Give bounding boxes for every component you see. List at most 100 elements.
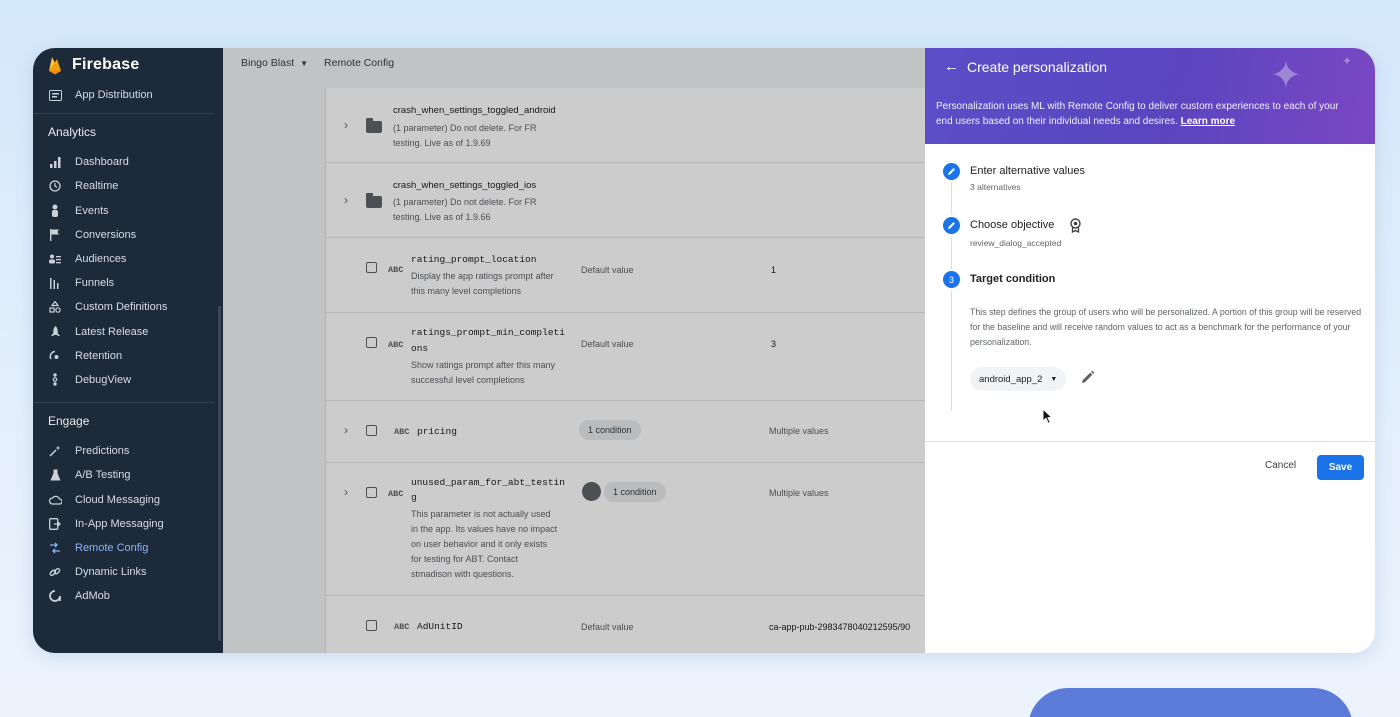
table-row[interactable]: ABC rating_prompt_location Display the a… (326, 238, 926, 313)
save-button[interactable]: Save (1317, 455, 1364, 480)
sidebar-item-dashboard[interactable]: Dashboard (33, 150, 223, 174)
row-checkbox[interactable] (366, 487, 377, 498)
award-icon (1069, 218, 1082, 238)
sidebar-item-retention[interactable]: Retention (33, 344, 223, 368)
sidebar-item-predictions[interactable]: Predictions (33, 439, 223, 463)
row-checkbox[interactable] (366, 337, 377, 348)
custom-definitions-icon (48, 300, 62, 314)
param-name: g (411, 492, 417, 503)
step-title: Choose objective (970, 219, 1055, 231)
panel-title: Create personalization (967, 59, 1108, 75)
sidebar-item-label: Dynamic Links (75, 566, 147, 579)
sidebar-item-latest-release[interactable]: Latest Release (33, 320, 223, 344)
string-type-badge: ABC (388, 340, 404, 350)
table-row[interactable]: › crash_when_settings_toggled_ios (1 par… (326, 163, 926, 238)
sidebar-scrollbar[interactable] (218, 306, 221, 641)
back-arrow-icon[interactable]: ← (944, 58, 959, 75)
rocket-icon (48, 325, 62, 339)
link-icon (48, 565, 62, 579)
sidebar-item-dynamic-links[interactable]: Dynamic Links (33, 560, 223, 584)
sidebar-item-label: Events (75, 204, 109, 217)
sidebar-item-label: Remote Config (75, 541, 149, 554)
row-checkbox[interactable] (366, 425, 377, 436)
edit-icon (943, 163, 960, 180)
decorative-shape (1028, 688, 1353, 717)
remote-config-icon (48, 541, 62, 555)
debug-icon (48, 373, 62, 387)
default-value-label: Default value (581, 622, 634, 632)
group-description: testing. Live as of 1.9.66 (393, 212, 491, 222)
folder-icon (366, 118, 382, 133)
chevron-right-icon[interactable]: › (344, 485, 348, 499)
pencil-icon[interactable] (1080, 370, 1095, 390)
string-type-badge: ABC (394, 622, 410, 632)
project-selector[interactable]: Bingo Blast (241, 57, 294, 69)
table-row[interactable]: ABC AdUnitID Default value ca-app-pub-29… (326, 596, 926, 653)
table-row[interactable]: ABC ratings_prompt_min_completi ons Show… (326, 313, 926, 401)
sidebar-item-realtime[interactable]: Realtime (33, 174, 223, 198)
group-name: crash_when_settings_toggled_ios (393, 180, 537, 191)
chevron-right-icon[interactable]: › (344, 423, 348, 437)
condition-chip[interactable]: 1 condition (604, 482, 666, 502)
row-checkbox[interactable] (366, 620, 377, 631)
table-row[interactable]: › ABC unused_param_for_abt_testin g This… (326, 463, 926, 596)
page-title: Remote Config (324, 57, 395, 69)
chevron-right-icon[interactable]: › (344, 118, 348, 132)
chevron-down-icon[interactable]: ▼ (300, 59, 308, 68)
sidebar-item-remote-config[interactable]: Remote Config (33, 536, 223, 560)
folder-icon (366, 193, 382, 208)
param-description: stmadison with questions. (411, 569, 515, 579)
sidebar-item-debugview[interactable]: DebugView (33, 368, 223, 392)
condition-chip[interactable]: 1 condition (579, 420, 641, 440)
param-description: Display the app ratings prompt after (411, 271, 554, 281)
sidebar-item-label: Predictions (75, 445, 130, 458)
predictions-icon (48, 444, 62, 458)
mouse-pointer-icon (1042, 407, 1054, 430)
row-checkbox[interactable] (366, 262, 377, 273)
param-value: Multiple values (769, 426, 829, 436)
sidebar-item-custom-definitions[interactable]: Custom Definitions (33, 295, 223, 319)
sidebar-item-label: App Distribution (75, 89, 153, 102)
funnel-icon (48, 276, 62, 290)
param-description: for testing for ABT. Contact (411, 554, 519, 564)
sidebar-item-events[interactable]: Events (33, 199, 223, 223)
param-description: this many level completions (411, 286, 522, 296)
audiences-icon (48, 252, 62, 266)
sidebar-item-ab-testing[interactable]: A/B Testing (33, 463, 223, 487)
analytics-heading: Analytics (48, 125, 97, 140)
sidebar-item-funnels[interactable]: Funnels (33, 271, 223, 295)
param-description: in the app. Its values have no impact (411, 524, 558, 534)
sidebar-item-cloud-messaging[interactable]: Cloud Messaging (33, 487, 223, 511)
step-title: Enter alternative values (970, 165, 1085, 177)
sidebar-item-app-distribution[interactable]: App Distribution (33, 83, 223, 107)
param-name: AdUnitID (417, 621, 463, 632)
in-app-messaging-icon (48, 517, 62, 531)
step-number: 3 (943, 271, 960, 288)
sidebar-item-audiences[interactable]: Audiences (33, 247, 223, 271)
table-row[interactable]: › crash_when_settings_toggled_android (1… (326, 88, 926, 163)
group-description: testing. Live as of 1.9.69 (393, 138, 491, 148)
chevron-right-icon[interactable]: › (344, 193, 348, 207)
bar-chart-icon (48, 155, 62, 169)
step-subtitle: review_dialog_accepted (970, 238, 1062, 248)
table-row[interactable]: › ABC pricing 1 condition Multiple value… (326, 401, 926, 463)
string-type-badge: ABC (388, 265, 404, 275)
topbar: Bingo Blast ▼ Remote Config (223, 48, 925, 78)
sidebar-item-admob[interactable]: AdMob (33, 584, 223, 608)
brand[interactable]: Firebase (33, 50, 223, 80)
cancel-button[interactable]: Cancel (1265, 460, 1296, 471)
caret-down-icon: ▼ (1050, 375, 1058, 383)
learn-more-link[interactable]: Learn more (1181, 116, 1235, 127)
sparkle-icon: ✦ (1270, 55, 1302, 97)
sidebar-item-conversions[interactable]: Conversions (33, 223, 223, 247)
edit-icon (943, 217, 960, 234)
condition-select[interactable]: android_app_2 ▼ (970, 367, 1067, 391)
step-subtitle: 3 alternatives (970, 182, 1021, 192)
sidebar-item-label: Realtime (75, 180, 119, 193)
param-name: unused_param_for_abt_testin (411, 477, 565, 488)
param-description: Show ratings prompt after this many (411, 360, 556, 370)
param-description: successful level completions (411, 375, 525, 385)
sidebar-item-in-app-messaging[interactable]: In-App Messaging (33, 512, 223, 536)
step-connector (951, 182, 952, 214)
engage-heading: Engage (48, 414, 90, 429)
